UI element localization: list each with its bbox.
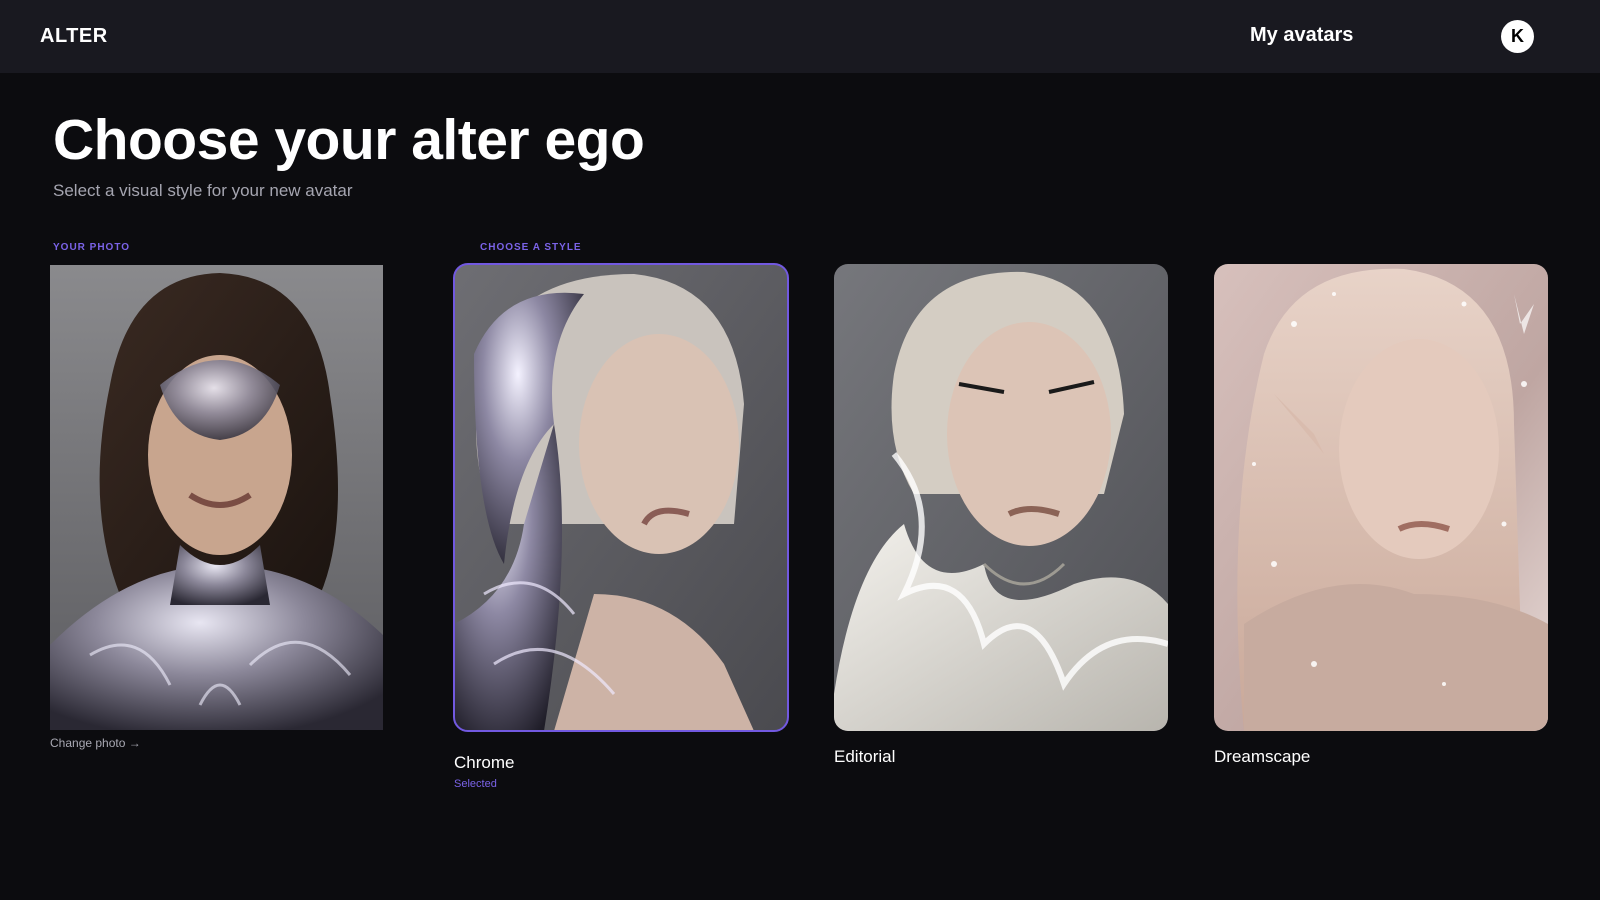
choose-style-label: CHOOSE A STYLE (480, 242, 582, 253)
user-avatar[interactable]: K (1501, 20, 1534, 53)
my-avatars-link[interactable]: My avatars (1250, 24, 1353, 47)
change-photo-link[interactable]: Change photo → (50, 736, 141, 750)
style-card-dreamscape[interactable] (1214, 264, 1548, 731)
page-subtitle: Select a visual style for your new avata… (53, 181, 353, 200)
style-label-dreamscape: Dreamscape (1214, 747, 1311, 766)
brand-logo[interactable]: ALTER (40, 25, 108, 48)
style-label-editorial: Editorial (834, 747, 896, 766)
your-photo (50, 265, 383, 730)
page-title: Choose your alter ego (53, 108, 645, 172)
your-photo-label: YOUR PHOTO (53, 242, 131, 253)
style-card-editorial[interactable] (834, 264, 1168, 731)
style-card-chrome[interactable] (453, 263, 789, 732)
top-bar: ALTER My avatars K (0, 0, 1600, 73)
style-label-chrome: Chrome (454, 753, 515, 772)
selected-badge: Selected (454, 778, 497, 790)
